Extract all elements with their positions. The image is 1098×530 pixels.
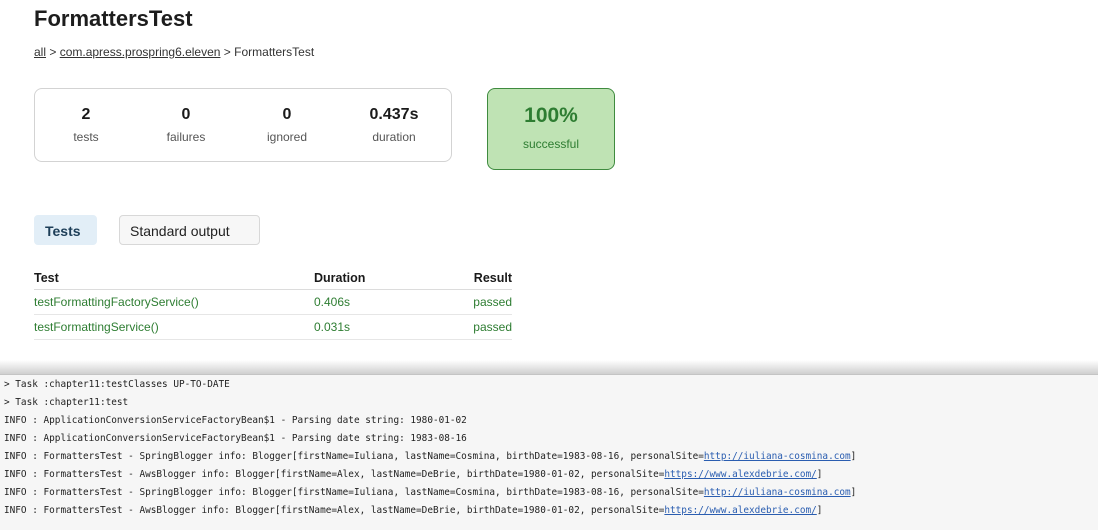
duration-counter: 0.437s duration (349, 106, 439, 144)
column-header-test: Test (34, 268, 314, 290)
test-report: FormattersTest all > com.apress.prosprin… (0, 0, 1098, 370)
ignored-count: 0 (282, 106, 292, 123)
tab-standard-output[interactable]: Standard output (119, 215, 260, 245)
results-table: Test Duration Result testFormattingFacto… (34, 268, 512, 340)
test-duration-cell: 0.031s (314, 314, 454, 340)
breadcrumb-separator: > (220, 45, 235, 59)
console-line: INFO : FormattersTest - SpringBlogger in… (4, 451, 856, 462)
duration-label: duration (372, 130, 416, 144)
breadcrumb: all > com.apress.prospring6.eleven > For… (34, 45, 314, 59)
console-line: INFO : FormattersTest - AwsBlogger info:… (4, 505, 822, 516)
column-header-duration: Duration (314, 268, 454, 290)
success-rate-box: 100% successful (487, 88, 615, 170)
console-link[interactable]: http://iuliana-cosmina.com (704, 487, 851, 498)
breadcrumb-package-link[interactable]: com.apress.prospring6.eleven (60, 45, 221, 59)
console-text: ] (850, 451, 857, 462)
summary-box: 2 tests 0 failures 0 ignored 0.437s dura… (34, 88, 452, 162)
console-text: ] (816, 505, 823, 516)
column-header-result: Result (454, 268, 512, 290)
table-row: testFormattingFactoryService() 0.406s pa… (34, 289, 512, 315)
console-line: INFO : FormattersTest - AwsBlogger info:… (4, 469, 822, 480)
page-title: FormattersTest (34, 6, 193, 31)
table-header-row: Test Duration Result (34, 268, 512, 290)
test-name-cell: testFormattingService() (34, 314, 314, 340)
console-link[interactable]: https://www.alexdebrie.com/ (664, 505, 816, 516)
failures-counter: 0 failures (141, 106, 231, 144)
breadcrumb-separator: > (46, 45, 60, 59)
breadcrumb-current: FormattersTest (234, 45, 315, 59)
console-line: INFO : FormattersTest - SpringBlogger in… (4, 487, 856, 498)
breadcrumb-all-link[interactable]: all (34, 45, 46, 59)
console-text: INFO : FormattersTest - SpringBlogger in… (4, 451, 704, 462)
console-text: INFO : FormattersTest - AwsBlogger info:… (4, 469, 665, 480)
console-line: > Task :chapter11:testClasses UP-TO-DATE (4, 379, 230, 390)
success-label: successful (522, 137, 580, 151)
ignored-label: ignored (266, 130, 308, 144)
console-link[interactable]: https://www.alexdebrie.com/ (664, 469, 816, 480)
tab-tests[interactable]: Tests (34, 215, 97, 245)
console-text: > Task :chapter11:testClasses UP-TO-DATE (4, 379, 230, 390)
console-text: INFO : FormattersTest - AwsBlogger info:… (4, 505, 665, 516)
test-duration-cell: 0.406s (314, 289, 454, 315)
console-text: INFO : FormattersTest - SpringBlogger in… (4, 487, 704, 498)
console-line: INFO : ApplicationConversionServiceFacto… (4, 433, 467, 444)
console-line: INFO : ApplicationConversionServiceFacto… (4, 415, 467, 426)
console-text: ] (850, 487, 857, 498)
test-result-cell: passed (454, 289, 512, 315)
tests-count: 2 (81, 106, 91, 123)
failures-label: failures (166, 130, 206, 144)
test-result-cell: passed (454, 314, 512, 340)
test-name-cell: testFormattingFactoryService() (34, 289, 314, 315)
tests-counter: 2 tests (41, 106, 131, 144)
failures-count: 0 (181, 106, 191, 123)
ignored-counter: 0 ignored (242, 106, 332, 144)
console-link[interactable]: http://iuliana-cosmina.com (704, 451, 851, 462)
section-divider (0, 360, 1098, 374)
tests-label: tests (73, 130, 99, 144)
duration-value: 0.437s (369, 106, 419, 123)
console-text: INFO : ApplicationConversionServiceFacto… (4, 415, 467, 426)
console-text: INFO : ApplicationConversionServiceFacto… (4, 433, 467, 444)
table-row: testFormattingService() 0.031s passed (34, 314, 512, 340)
console-output[interactable]: > Task :chapter11:testClasses UP-TO-DATE… (0, 374, 1098, 530)
console-text: ] (816, 469, 823, 480)
console-text: > Task :chapter11:test (4, 397, 129, 408)
console-line: > Task :chapter11:test (4, 397, 128, 408)
success-percent: 100% (524, 104, 578, 127)
